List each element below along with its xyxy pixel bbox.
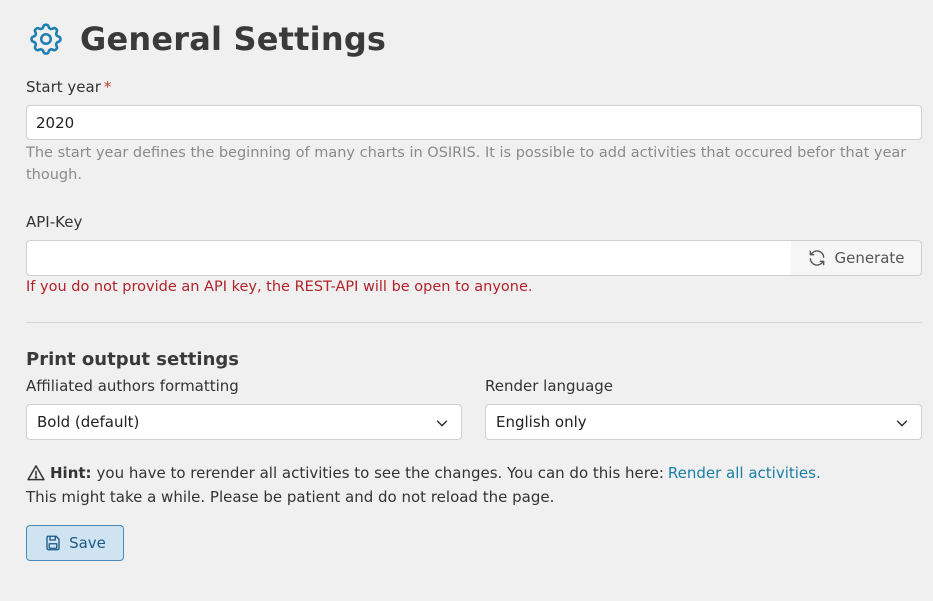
hint-prefix: Hint: — [50, 464, 92, 482]
page-header: General Settings — [27, 20, 386, 58]
print-output-heading: Print output settings — [26, 349, 239, 370]
generate-label: Generate — [834, 249, 905, 267]
start-year-input[interactable]: 2020 — [26, 105, 922, 140]
save-label: Save — [69, 534, 106, 552]
authors-formatting-value: Bold (default) — [37, 413, 140, 431]
gear-icon — [30, 23, 62, 55]
required-marker: * — [103, 78, 112, 96]
chevron-down-icon — [896, 420, 908, 427]
page-title: General Settings — [80, 20, 387, 58]
start-year-help: The start year defines the beginning of … — [26, 145, 907, 183]
divider — [26, 322, 922, 323]
start-year-label-text: Start year — [26, 78, 101, 96]
start-year-label: Start year * — [26, 78, 111, 96]
hint-line: Hint: you have to rerender all activitie… — [26, 463, 821, 483]
api-key-label: API-Key — [26, 213, 83, 231]
save-icon — [46, 535, 60, 551]
hint-line-2: This might take a while. Please be patie… — [26, 488, 555, 506]
render-language-select[interactable]: English only — [485, 404, 922, 440]
save-button[interactable]: Save — [26, 525, 124, 561]
authors-formatting-label: Affiliated authors formatting — [26, 377, 239, 395]
generate-button[interactable]: Generate — [791, 240, 922, 276]
hint-text: you have to rerender all activities to s… — [96, 464, 664, 482]
start-year-value: 2020 — [36, 113, 75, 132]
render-all-link[interactable]: Render all activities. — [668, 464, 821, 482]
api-key-input[interactable] — [26, 240, 792, 276]
api-key-warning: If you do not provide an API key, the RE… — [26, 279, 533, 295]
refresh-icon — [810, 250, 825, 266]
render-language-label: Render language — [485, 377, 614, 395]
render-language-value: English only — [496, 413, 587, 431]
authors-formatting-select[interactable]: Bold (default) — [26, 404, 462, 440]
chevron-down-icon — [436, 420, 448, 427]
warning-icon — [27, 465, 45, 481]
